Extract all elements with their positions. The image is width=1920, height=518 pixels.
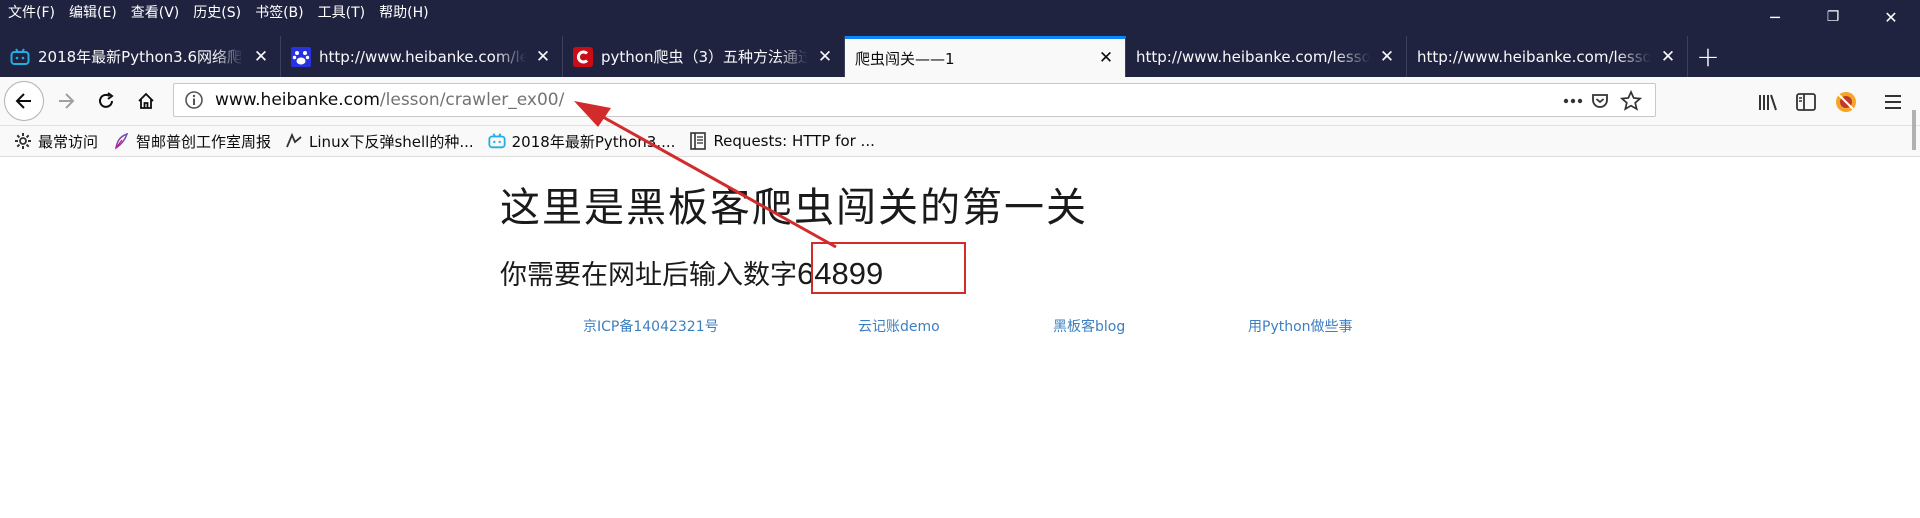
bilibili-tv-icon (488, 132, 506, 150)
bookmark-linux-shell[interactable]: Linux下反弹shell的种... (285, 131, 474, 152)
scrollbar[interactable] (1912, 110, 1916, 150)
menu-view[interactable]: 查看(V) (123, 1, 186, 25)
tab-title: 2018年最新Python3.6网络爬虫 (38, 48, 244, 66)
feather-icon (112, 132, 130, 150)
tab-title: http://www.heibanke.com/lesson (319, 47, 526, 66)
back-button[interactable] (4, 81, 44, 121)
url-bar[interactable]: www.heibanke.com/lesson/crawler_ex00/ (173, 83, 1656, 117)
bookmark-most-visited[interactable]: 最常访问 (14, 131, 98, 152)
tab-strip: 2018年最新Python3.6网络爬虫 ✕ http://www.heiban… (0, 36, 1920, 77)
home-button[interactable] (128, 83, 164, 119)
tab-3[interactable]: python爬虫（3）五种方法通过 ✕ (563, 36, 845, 77)
info-icon[interactable] (184, 90, 204, 110)
window-controls: ─ ❐ ✕ (1746, 0, 1920, 34)
tab-2[interactable]: http://www.heibanke.com/lesson ✕ (281, 36, 563, 77)
bookmarks-bar: 最常访问 智邮普创工作室周报 Linux下反弹shell的种... 2018年最… (0, 126, 1920, 157)
menu-help[interactable]: 帮助(H) (371, 1, 434, 25)
tab-active[interactable]: 爬虫闯关——1 ✕ (845, 36, 1126, 77)
baidu-paw-icon (291, 46, 311, 67)
tab-1[interactable]: 2018年最新Python3.6网络爬虫 ✕ (0, 36, 281, 77)
url-domain: www.heibanke.com (215, 90, 380, 110)
new-tab-button[interactable]: + (1688, 36, 1728, 77)
page-actions-icon[interactable] (1561, 89, 1585, 113)
bookmark-label: 最常访问 (38, 132, 99, 151)
book-icon (689, 132, 707, 150)
hamburger-menu-icon[interactable] (1880, 89, 1906, 115)
star-bookmark-icon[interactable] (1619, 89, 1643, 113)
instruction-prefix: 你需要在网址后输入数字 (500, 260, 797, 291)
csdn-c-icon (573, 46, 593, 67)
navigation-bar: www.heibanke.com/lesson/crawler_ex00/ (0, 77, 1920, 126)
bookmark-label: 智邮普创工作室周报 (136, 132, 272, 151)
bilibili-tv-icon (10, 47, 30, 67)
bookmark-requests[interactable]: Requests: HTTP for ... (689, 132, 875, 150)
url-path: /lesson/crawler_ex00/ (379, 90, 565, 110)
home-icon (138, 92, 154, 109)
menu-tools[interactable]: 工具(T) (310, 1, 371, 25)
sidebar-toggle-icon[interactable] (1793, 89, 1819, 115)
url-text[interactable]: www.heibanke.com/lesson/crawler_ex00/ (215, 84, 564, 116)
tab-5[interactable]: http://www.heibanke.com/lesson ✕ (1126, 36, 1407, 77)
tab-title: 爬虫闯关——1 (855, 49, 955, 68)
menu-history[interactable]: 历史(S) (185, 1, 247, 25)
reload-icon (99, 92, 114, 108)
menu-bookmarks[interactable]: 书签(B) (247, 1, 310, 25)
close-tab-icon[interactable]: ✕ (816, 47, 834, 67)
arrow-left-icon (15, 93, 31, 109)
bookmark-label: 2018年最新Python3.... (511, 132, 676, 151)
bookmark-python-bilibili[interactable]: 2018年最新Python3.... (488, 131, 676, 152)
tab-title: python爬虫（3）五种方法通过 (601, 48, 808, 66)
menubar: 文件(F) 编辑(E) 查看(V) 历史(S) 书签(B) 工具(T) 帮助(H… (0, 0, 435, 26)
arrow-right-icon (59, 93, 75, 109)
annotation-highlight-box (811, 242, 966, 294)
bookmark-label: Linux下反弹shell的种... (309, 132, 474, 151)
close-tab-icon[interactable]: ✕ (1378, 47, 1396, 67)
forward-button[interactable] (48, 83, 84, 119)
menu-edit[interactable]: 编辑(E) (61, 1, 123, 25)
close-tab-icon[interactable]: ✕ (1659, 47, 1677, 67)
tab-title: http://www.heibanke.com/lesson (1136, 47, 1370, 66)
bookmark-label: Requests: HTTP for ... (713, 132, 875, 150)
tab-title: http://www.heibanke.com/lesson (1417, 47, 1651, 66)
footer-link-python[interactable]: 用Python做些事 (1248, 316, 1353, 336)
tab-6[interactable]: http://www.heibanke.com/lesson ✕ (1407, 36, 1688, 77)
footer-link-blog[interactable]: 黑板客blog (1053, 316, 1125, 336)
page-content: 这里是黑板客爬虫闯关的第一关 你需要在网址后输入数字64899 京ICP备140… (0, 157, 1920, 518)
page-title: 这里是黑板客爬虫闯关的第一关 (500, 185, 1088, 231)
reload-button[interactable] (88, 83, 124, 119)
close-tab-icon[interactable]: ✕ (534, 47, 552, 67)
library-icon[interactable] (1755, 89, 1781, 115)
gear-icon (14, 132, 32, 150)
footer-link-icp[interactable]: 京ICP备14042321号 (583, 316, 719, 336)
browser-chrome: 文件(F) 编辑(E) 查看(V) 历史(S) 书签(B) 工具(T) 帮助(H… (0, 0, 1920, 77)
paw-icon (285, 132, 303, 150)
pocket-icon[interactable] (1588, 89, 1612, 113)
restore-button[interactable]: ❐ (1804, 0, 1862, 34)
minimize-button[interactable]: ─ (1746, 0, 1804, 34)
bookmark-zhiyou-weekly[interactable]: 智邮普创工作室周报 (112, 131, 271, 152)
close-window-button[interactable]: ✕ (1862, 0, 1920, 34)
extension-blocker-icon[interactable] (1833, 89, 1859, 115)
footer-link-demo[interactable]: 云记账demo (858, 316, 940, 336)
menu-file[interactable]: 文件(F) (0, 1, 61, 25)
close-tab-icon[interactable]: ✕ (252, 47, 270, 67)
close-tab-icon[interactable]: ✕ (1097, 48, 1115, 68)
